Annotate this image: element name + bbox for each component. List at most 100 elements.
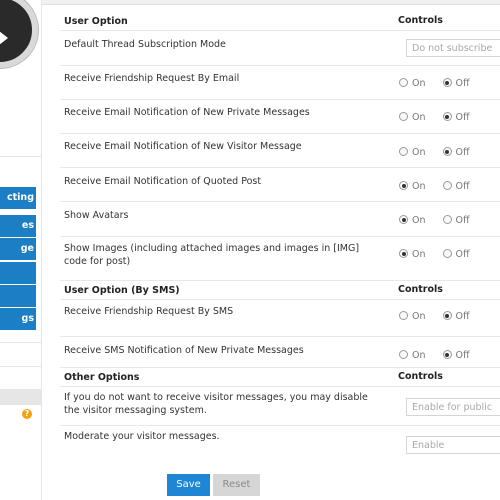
radio-group: On Off — [399, 181, 484, 192]
radio-on[interactable]: On — [399, 311, 426, 322]
top-strip — [42, 0, 500, 5]
radio-off[interactable]: Off — [442, 311, 470, 322]
divider — [0, 366, 41, 367]
save-button[interactable]: Save — [167, 474, 210, 496]
option-row-thread-subscription: Default Thread Subscription Mode Do not … — [60, 31, 500, 66]
sidebar-tab-2[interactable]: es — [0, 215, 36, 237]
option-label: Receive SMS Notification of New Private … — [64, 345, 304, 356]
radio-off[interactable]: Off — [442, 147, 470, 158]
radio-icon — [399, 147, 408, 156]
radio-icon — [399, 181, 408, 190]
controls-title: Controls — [398, 371, 443, 382]
option-label: Show Images (including attached images a… — [64, 243, 360, 267]
radio-label: Off — [455, 78, 470, 89]
option-label: Receive Email Notification of New Privat… — [64, 107, 310, 118]
radio-group: On Off — [399, 147, 484, 158]
radio-label: On — [412, 181, 426, 192]
reset-button[interactable]: Reset — [213, 474, 260, 496]
radio-group: On Off — [399, 350, 484, 361]
radio-group: On Off — [399, 249, 484, 260]
option-label: Receive Email Notification of Quoted Pos… — [64, 176, 262, 187]
radio-group: On Off — [399, 311, 484, 322]
radio-icon — [442, 78, 452, 87]
section-header-sms: User Option (By SMS) Controls — [60, 281, 500, 300]
radio-label: On — [412, 249, 426, 260]
controls-title: Controls — [398, 284, 443, 295]
sidebar-tab-1[interactable]: cting — [0, 187, 36, 209]
radio-off[interactable]: Off — [442, 78, 470, 89]
sidebar-tab-6[interactable]: gs — [0, 308, 36, 330]
radio-label: Off — [455, 249, 470, 260]
radio-icon — [399, 78, 408, 87]
option-row-quoted-post: Receive Email Notification of Quoted Pos… — [60, 168, 500, 202]
sidebar: cting es ge gs ? — [0, 0, 42, 500]
radio-label: On — [412, 350, 426, 361]
option-label: Default Thread Subscription Mode — [64, 39, 226, 50]
radio-label: Off — [455, 147, 470, 158]
option-row-visitor-message: Receive Email Notification of New Visito… — [60, 134, 500, 168]
radio-icon — [399, 350, 408, 359]
radio-on[interactable]: On — [399, 112, 426, 123]
radio-group: On Off — [399, 215, 484, 226]
radio-label: On — [412, 112, 426, 123]
option-label: Receive Friendship Request By Email — [64, 73, 240, 84]
option-row-visitor-messaging: If you do not want to receive visitor me… — [60, 387, 500, 426]
sidebar-tab-5[interactable] — [0, 285, 36, 307]
radio-label: On — [412, 78, 426, 89]
radio-label: Off — [455, 350, 470, 361]
help-icon[interactable]: ? — [22, 409, 32, 419]
section-header-other: Other Options Controls — [60, 368, 500, 387]
radio-label: Off — [455, 215, 470, 226]
radio-on[interactable]: On — [399, 350, 426, 361]
sidebar-band — [0, 389, 41, 405]
radio-off[interactable]: Off — [442, 112, 470, 123]
option-row-show-avatars: Show Avatars On Off — [60, 202, 500, 237]
radio-icon — [442, 249, 452, 258]
divider — [0, 156, 41, 157]
radio-off[interactable]: Off — [442, 350, 470, 361]
radio-off[interactable]: Off — [442, 181, 470, 192]
radio-on[interactable]: On — [399, 215, 426, 226]
section-header-user-option: User Option Controls — [60, 12, 500, 31]
radio-icon — [442, 147, 452, 156]
radio-icon — [442, 350, 452, 359]
radio-icon — [442, 181, 452, 190]
option-label: Receive Friendship Request By SMS — [64, 306, 234, 317]
radio-icon — [442, 311, 452, 320]
play-icon — [0, 27, 8, 49]
radio-icon — [399, 249, 408, 258]
option-label: Show Avatars — [64, 210, 129, 221]
option-row-show-images: Show Images (including attached images a… — [60, 237, 500, 281]
section-title: User Option (By SMS) — [64, 285, 180, 296]
option-row-friendship-sms: Receive Friendship Request By SMS On Off — [60, 300, 500, 337]
controls-title: Controls — [398, 15, 443, 26]
thread-subscription-select[interactable]: Do not subscribe — [406, 39, 500, 57]
radio-icon — [399, 215, 408, 224]
option-row-private-messages: Receive Email Notification of New Privat… — [60, 100, 500, 134]
option-row-moderate-visitor: Moderate your visitor messages. Enable — [60, 426, 500, 458]
radio-off[interactable]: Off — [442, 215, 470, 226]
sidebar-tab-4[interactable] — [0, 262, 36, 284]
divider — [0, 342, 41, 343]
moderate-visitor-select[interactable]: Enable — [406, 436, 500, 454]
radio-on[interactable]: On — [399, 249, 426, 260]
radio-label: On — [412, 311, 426, 322]
radio-label: Off — [455, 181, 470, 192]
radio-label: Off — [455, 112, 470, 123]
radio-icon — [399, 112, 408, 121]
radio-on[interactable]: On — [399, 181, 426, 192]
option-label: Receive Email Notification of New Visito… — [64, 141, 302, 152]
section-title: Other Options — [64, 372, 140, 383]
radio-label: On — [412, 215, 426, 226]
radio-on[interactable]: On — [399, 78, 426, 89]
option-row-sms-private-messages: Receive SMS Notification of New Private … — [60, 337, 500, 368]
radio-icon — [442, 215, 452, 224]
radio-on[interactable]: On — [399, 147, 426, 158]
option-row-friendship-email: Receive Friendship Request By Email On O… — [60, 66, 500, 100]
sidebar-tab-3[interactable]: ge — [0, 238, 36, 260]
radio-icon — [442, 112, 452, 121]
radio-group: On Off — [399, 112, 484, 123]
radio-off[interactable]: Off — [442, 249, 470, 260]
option-label: If you do not want to receive visitor me… — [64, 392, 368, 416]
visitor-messaging-select[interactable]: Enable for public — [406, 398, 500, 416]
